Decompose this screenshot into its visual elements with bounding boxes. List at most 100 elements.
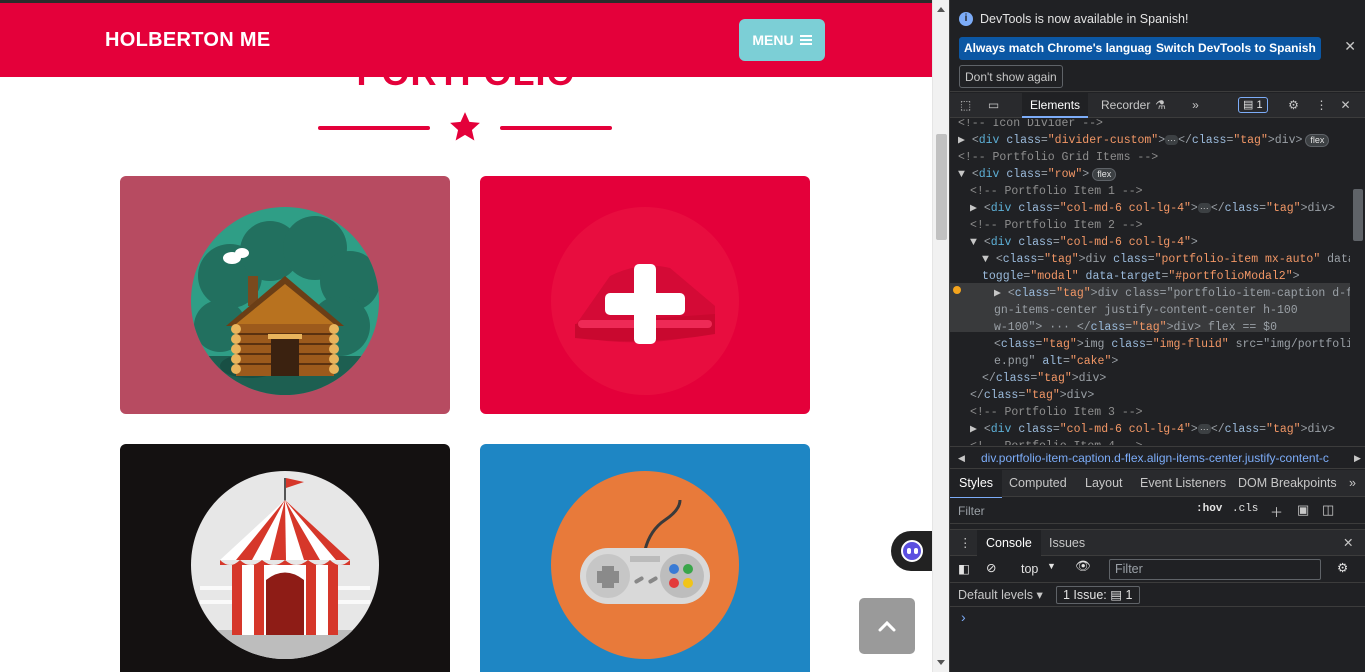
styles-subtabs: Styles Computed Layout Event Listeners D… — [950, 470, 1365, 499]
dom-line[interactable]: <!-- Portfolio Item 4 --> — [970, 438, 1365, 445]
devtools-main-tabs: ⬚ ▭ Elements Recorder ⚗ » ▤ 1 ⚙ ⋮ ✕ — [950, 93, 1365, 118]
tab-issues[interactable]: Issues — [1049, 530, 1085, 556]
device-toolbar-icon[interactable]: ▭ — [986, 98, 1001, 113]
chat-bot-icon — [901, 540, 923, 562]
chat-widget-button[interactable] — [891, 531, 932, 571]
drawer-menu-icon[interactable]: ⋮ — [959, 530, 972, 556]
portfolio-item-game[interactable] — [480, 444, 810, 672]
hamburger-icon — [799, 35, 812, 45]
tab-styles[interactable]: Styles — [950, 470, 1003, 499]
default-levels-label: Default levels — [958, 588, 1034, 602]
console-levels-bar: Default levels ▾ 1 Issue: ▤ 1 — [950, 584, 1365, 607]
dom-line[interactable]: w-100"> ··· </class="tag">div> flex == $… — [994, 319, 1365, 336]
tab-event-listeners[interactable]: Event Listeners — [1140, 470, 1226, 497]
elements-tree[interactable]: <!-- Icon Divider --> ▶ <div class="divid… — [950, 119, 1365, 445]
dom-line[interactable]: <!-- Portfolio Grid Items --> — [958, 149, 1358, 166]
scroll-up-arrow-icon[interactable] — [937, 7, 945, 12]
dom-line[interactable]: ▼ <div class="col-md-6 col-lg-4"> — [970, 234, 1365, 251]
page-scrollbar-thumb[interactable] — [936, 134, 947, 240]
portfolio-item-cabin[interactable] — [120, 176, 450, 414]
game-controller-image — [551, 471, 739, 659]
more-tabs-icon[interactable]: » — [1188, 98, 1203, 113]
tab-layout[interactable]: Layout — [1085, 470, 1123, 497]
circus-image — [191, 471, 379, 659]
hov-toggle[interactable]: :hov — [1196, 503, 1222, 515]
issue-dot-icon — [953, 286, 961, 294]
divider-line-right — [500, 126, 612, 130]
context-dropdown-icon[interactable]: ▼ — [1047, 561, 1056, 571]
sidebar-icon[interactable]: ◧ — [958, 561, 970, 576]
issues-counter[interactable]: ▤ 1 — [1238, 97, 1268, 113]
close-drawer-icon[interactable]: ✕ — [1343, 530, 1353, 556]
eye-icon[interactable]: 👁 — [1075, 559, 1091, 574]
console-settings-gear-icon[interactable]: ⚙ — [1337, 560, 1348, 575]
dom-line[interactable]: ▶ <class="tag">div class="portfolio-item… — [994, 285, 1365, 302]
dom-line[interactable]: <!-- Icon Divider --> — [958, 119, 1358, 132]
sidebar-toggle-icon[interactable]: ◫ — [1322, 502, 1334, 518]
scroll-down-arrow-icon[interactable] — [937, 660, 945, 665]
website-viewport: PORTFOLIO HOLBERTON ME MENU — [0, 0, 932, 672]
cabin-image — [191, 207, 379, 395]
tab-console[interactable]: Console — [977, 530, 1041, 556]
portfolio-item-cake[interactable] — [480, 176, 810, 414]
switch-spanish-button[interactable]: Switch DevTools to Spanish — [1151, 37, 1321, 60]
star-icon — [450, 112, 480, 141]
dom-line[interactable]: <!-- Portfolio Item 3 --> — [970, 404, 1365, 421]
console-prompt-icon[interactable]: › — [961, 609, 966, 625]
dom-line[interactable]: ▼ <div class="row"> flex — [958, 166, 1358, 183]
crumb-right-arrow-icon[interactable]: ▶ — [1354, 447, 1361, 468]
elements-scrollbar[interactable] — [1350, 119, 1365, 445]
chevron-up-icon — [878, 620, 896, 632]
dom-line[interactable]: ▼ <class="tag">div class="portfolio-item… — [982, 251, 1365, 268]
context-selector[interactable]: top — [1021, 562, 1038, 576]
dom-line[interactable]: <!-- Portfolio Item 2 --> — [970, 217, 1365, 234]
flask-icon: ⚗ — [1155, 98, 1166, 112]
issues-count-badge: 1 — [1125, 588, 1133, 602]
match-language-button[interactable]: Always match Chrome's language — [959, 37, 1164, 60]
menu-button[interactable]: MENU — [739, 19, 825, 61]
paint-icon[interactable]: ▣ — [1297, 502, 1309, 518]
styles-filter-input[interactable]: Filter — [958, 504, 985, 518]
navbar: HOLBERTON ME MENU — [0, 3, 932, 77]
tab-elements[interactable]: Elements — [1022, 93, 1089, 118]
scroll-to-top-button[interactable] — [859, 598, 915, 654]
drawer-tabs: ⋮ Console Issues ✕ — [950, 529, 1365, 556]
close-icon[interactable]: ✕ — [1344, 38, 1356, 55]
language-banner: i DevTools is now available in Spanish! … — [950, 0, 1365, 92]
cls-toggle[interactable]: .cls — [1232, 503, 1258, 515]
dom-line[interactable]: <class="tag">img class="img-fluid" src="… — [994, 336, 1365, 353]
plus-icon[interactable]: ＋ — [1270, 502, 1283, 521]
dom-line[interactable]: ▶ <div class="divider-custom"> ··· </class… — [958, 132, 1358, 149]
dom-line[interactable]: ▶ <div class="col-md-6 col-lg-4"> ··· </cl… — [970, 421, 1365, 438]
dom-line[interactable]: </class="tag">div> — [970, 387, 1365, 404]
issues-button[interactable]: 1 Issue: ▤ 1 — [1056, 586, 1140, 604]
clear-console-icon[interactable]: ⊘ — [986, 560, 996, 575]
page-scrollbar[interactable] — [932, 0, 949, 672]
devtools-panel: i DevTools is now available in Spanish! … — [949, 0, 1365, 672]
kebab-menu-icon[interactable]: ⋮ — [1314, 98, 1329, 113]
breadcrumb-current[interactable]: div.portfolio-item-caption.d-flex.align-… — [981, 447, 1329, 468]
dom-line[interactable]: gn-items-center justify-content-center h… — [994, 302, 1365, 319]
tab-recorder[interactable]: Recorder — [1093, 93, 1158, 118]
inspect-element-icon[interactable]: ⬚ — [958, 98, 973, 113]
more-subtabs-icon[interactable]: » — [1349, 470, 1356, 497]
tab-dom-breakpoints[interactable]: DOM Breakpoints — [1238, 470, 1337, 497]
divider-line-left — [318, 126, 430, 130]
icon-divider — [318, 110, 612, 146]
portfolio-item-circus[interactable] — [120, 444, 450, 672]
dom-line[interactable]: ▶ <div class="col-md-6 col-lg-4"> ··· </cl… — [970, 200, 1365, 217]
default-levels-dropdown[interactable]: Default levels ▾ — [958, 587, 1043, 602]
issues-count: 1 — [1256, 99, 1263, 111]
elements-scrollbar-thumb[interactable] — [1353, 189, 1363, 241]
dom-line[interactable]: toggle="modal" data-target="#portfolioMo… — [982, 268, 1365, 285]
gear-icon[interactable]: ⚙ — [1286, 98, 1301, 113]
dom-line[interactable]: </class="tag">div> — [982, 370, 1365, 387]
crumb-left-arrow-icon[interactable]: ◀ — [958, 447, 965, 468]
console-filter-input[interactable]: Filter — [1109, 559, 1321, 580]
dom-line[interactable]: e.png" alt="cake"> — [994, 353, 1365, 370]
close-devtools-icon[interactable]: ✕ — [1338, 98, 1353, 113]
brand-link[interactable]: HOLBERTON ME — [105, 29, 270, 52]
tab-computed[interactable]: Computed — [1009, 470, 1067, 497]
dont-show-again-button[interactable]: Don't show again — [959, 65, 1063, 88]
dom-line[interactable]: <!-- Portfolio Item 1 --> — [970, 183, 1365, 200]
